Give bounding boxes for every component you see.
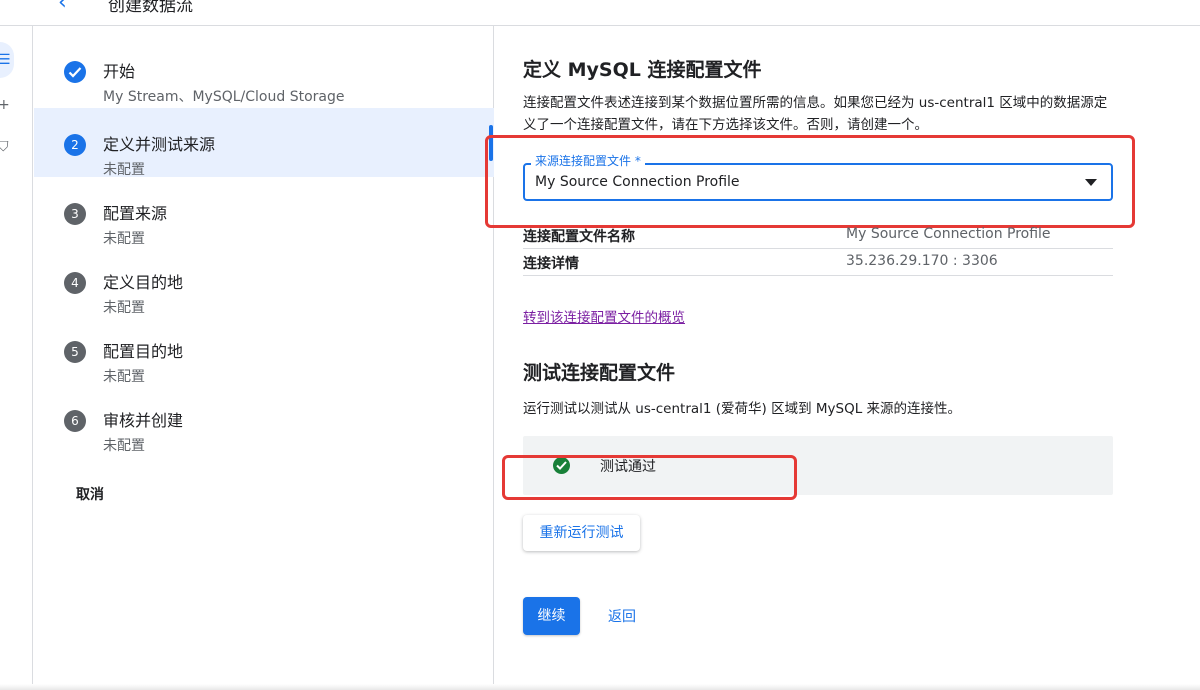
profile-overview-link[interactable]: 转到该连接配置文件的概览 [523,306,685,326]
list-icon[interactable]: ☰ [0,53,11,67]
step-title: 配置来源 [103,204,168,223]
step-subtitle: 未配置 [103,300,145,316]
cancel-button[interactable]: 取消 [76,484,104,504]
test-section-title: 测试连接配置文件 [523,362,676,384]
step-define-source[interactable]: 2 定义并测试来源 未配置 [34,108,494,178]
step-title: 开始 [103,62,136,81]
step-start[interactable]: 开始 My Stream、MySQL/Cloud Storage [34,35,494,105]
section-title: 定义 MySQL 连接配置文件 [523,59,762,81]
step-subtitle: 未配置 [103,369,145,385]
step-configure-source[interactable]: 3 配置来源 未配置 [34,177,494,247]
step-number: 6 [64,410,86,432]
shield-icon[interactable]: ⛉ [0,140,9,154]
test-description: 运行测试以测试从 us-central1 (爱荷华) 区域到 MySQL 来源的… [523,401,962,417]
detail-value: My Source Connection Profile [846,226,1051,242]
step-number: 4 [64,272,86,294]
bottom-edge [0,684,1200,690]
check-circle-icon [553,457,570,474]
section-description: 连接配置文件表述连接到某个数据位置所需的信息。如果您已经为 us-central… [523,95,1108,133]
step-subtitle: 未配置 [103,231,145,247]
detail-key: 连接配置文件名称 [523,229,635,245]
step-title: 定义目的地 [103,273,184,292]
arrow-back-icon[interactable]: ‹ [58,0,67,15]
left-nav-rail: ☰ + ⛉ [0,26,33,690]
select-value: My Source Connection Profile [535,174,740,190]
step-subtitle: 未配置 [103,438,145,454]
check-circle-icon [64,61,86,83]
detail-key: 连接详情 [523,256,579,272]
continue-button[interactable]: 继续 [523,597,580,635]
step-configure-destination[interactable]: 5 配置目的地 未配置 [34,315,494,385]
step-number: 5 [64,341,86,363]
back-button[interactable]: 返回 [608,606,636,626]
step-title: 定义并测试来源 [103,135,216,154]
source-profile-label: 来源连接配置文件 * [531,152,645,169]
step-subtitle: My Stream、MySQL/Cloud Storage [103,89,345,105]
step-review-create[interactable]: 6 审核并创建 未配置 [34,384,494,454]
step-subtitle: 未配置 [103,162,145,178]
detail-value: 35.236.29.170 : 3306 [846,253,998,269]
detail-row-connection: 连接详情 35.236.29.170 : 3306 [523,249,1113,276]
step-number: 2 [64,134,86,156]
step-title: 审核并创建 [103,411,184,430]
detail-row-profile-name: 连接配置文件名称 My Source Connection Profile [523,222,1113,249]
stepper: 开始 My Stream、MySQL/Cloud Storage 2 定义并测试… [34,26,494,690]
step-title: 配置目的地 [103,342,184,361]
rerun-test-button[interactable]: 重新运行测试 [523,515,640,551]
step-define-destination[interactable]: 4 定义目的地 未配置 [34,246,494,316]
plus-icon[interactable]: + [0,98,10,112]
step-number: 3 [64,203,86,225]
top-bar: ‹ 创建数据流 [0,0,1200,26]
test-result-text: 测试通过 [600,459,656,475]
page-title: 创建数据流 [108,0,193,16]
dropdown-arrow-icon [1085,179,1097,186]
scrollbar-thumb[interactable] [489,125,493,161]
